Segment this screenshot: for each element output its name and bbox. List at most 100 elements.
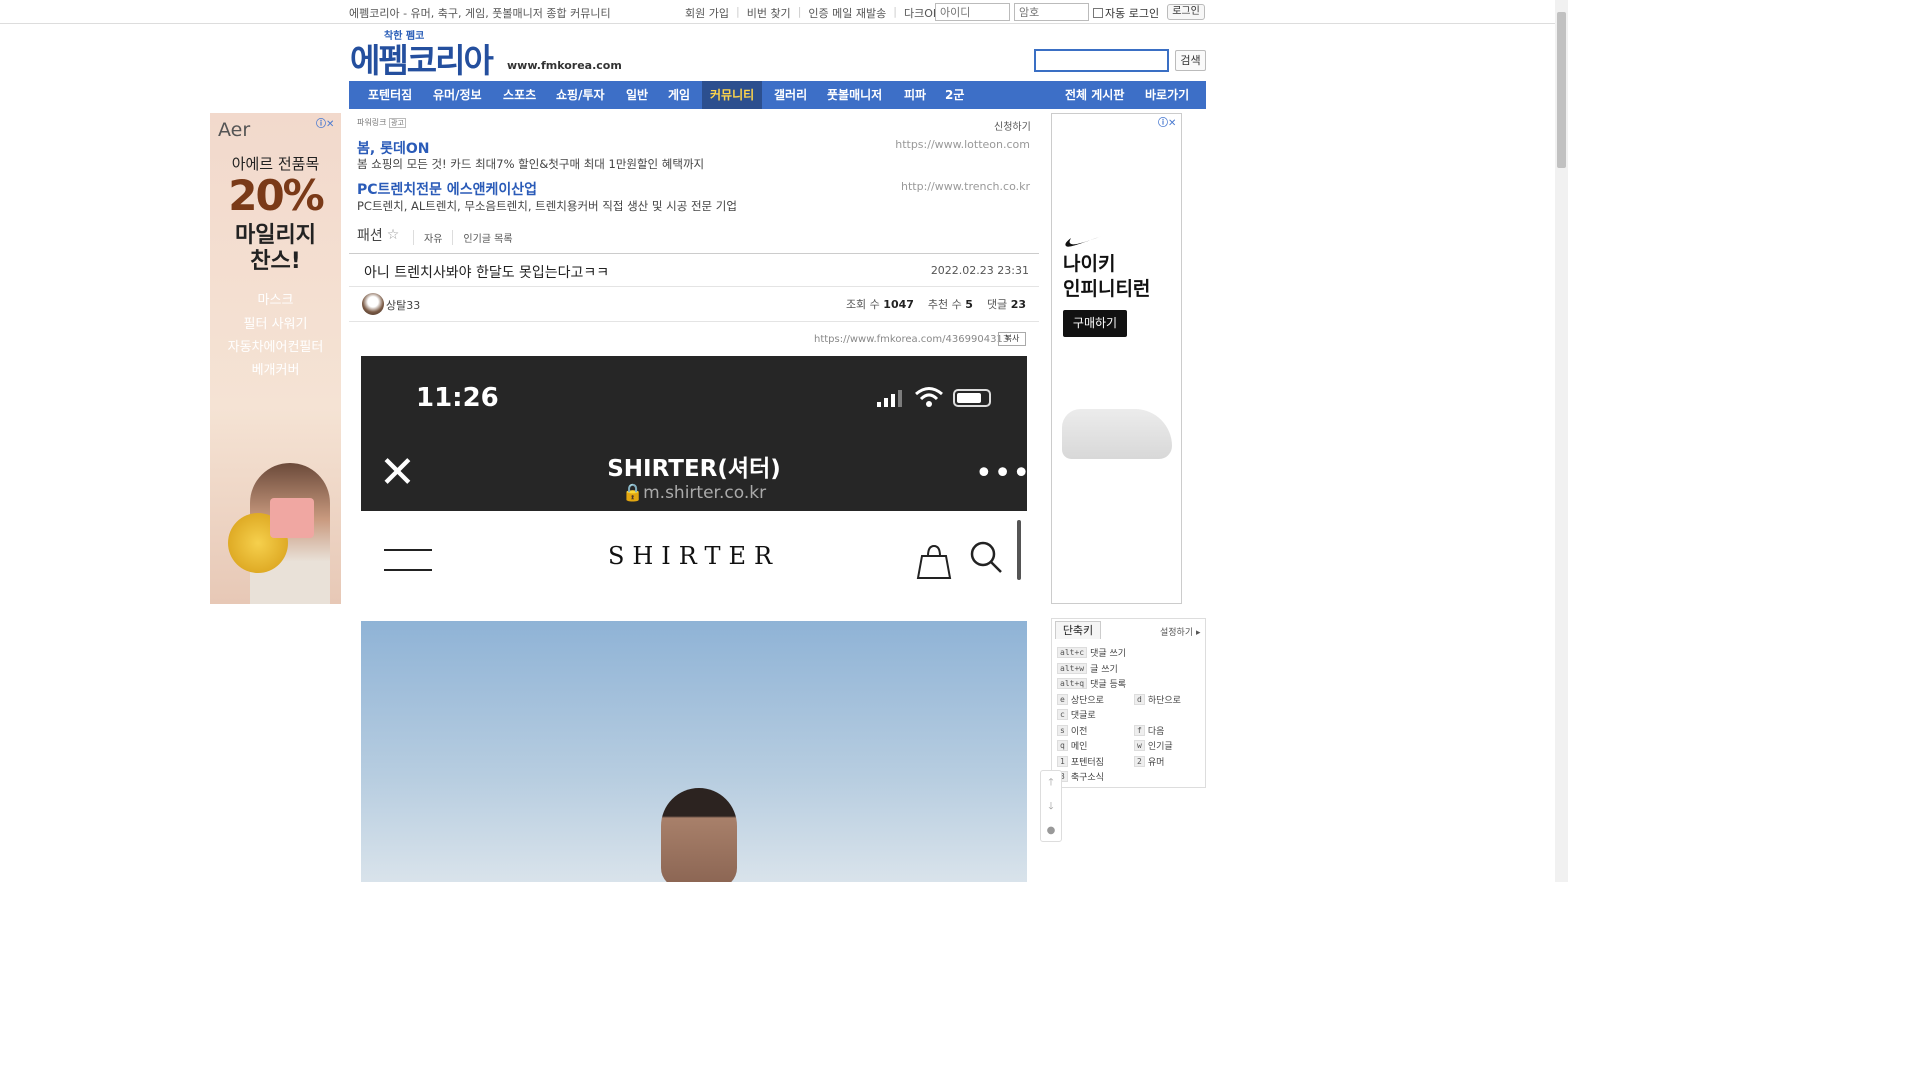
shortcut-item: alt+w 글 쓰기 xyxy=(1057,662,1118,675)
ad-brand: Aer xyxy=(218,119,251,141)
model-photo xyxy=(661,788,737,882)
nav-item-shopping[interactable]: 쇼핑/투자 xyxy=(556,81,605,109)
nav-shortcut[interactable]: 바로가기 xyxy=(1145,81,1189,109)
ad-link-url[interactable]: http://www.trench.co.kr xyxy=(880,180,1030,193)
left-banner-ad[interactable]: Aer ⓘ✕ 아에르 전품목 20% 마일리지 찬스! 마스크 필터 사워기 자동… xyxy=(210,113,341,604)
shortcut-item: w 인기글 xyxy=(1134,739,1173,752)
shortcut-item: e 상단으로 xyxy=(1057,693,1104,706)
nav-item-fifa[interactable]: 피파 xyxy=(904,81,926,109)
shortcut-item: 3 축구소식 xyxy=(1057,770,1104,783)
star-icon[interactable]: ☆ xyxy=(387,227,400,243)
board-link-popular[interactable]: 인기글 목록 xyxy=(452,230,522,245)
ad-item: 베개커버 xyxy=(251,363,300,378)
nav-item-game[interactable]: 게임 xyxy=(668,81,690,109)
comment-count: 23 xyxy=(1010,298,1026,311)
scroll-bottom-icon[interactable]: 🡓 xyxy=(1041,795,1061,819)
signup-link[interactable]: 회원 가입 xyxy=(685,5,729,21)
signal-icon xyxy=(877,390,902,407)
nav-item-gallery[interactable]: 갤러리 xyxy=(774,81,807,109)
ad-line2: 마일리지 찬스! xyxy=(235,223,316,274)
board-links: 자유 인기글 목록 xyxy=(413,230,523,245)
password-input[interactable] xyxy=(1014,3,1089,21)
ad-link-url[interactable]: https://www.lotteon.com xyxy=(880,138,1030,151)
id-input[interactable] xyxy=(935,3,1010,21)
find-password-link[interactable]: 비번 찾기 xyxy=(747,5,791,21)
gift-image xyxy=(270,498,314,538)
phone-time: 11:26 xyxy=(416,383,499,413)
shortcut-item: 2 유머 xyxy=(1134,755,1164,768)
ad-info-icon[interactable]: ⓘ✕ xyxy=(1158,114,1176,129)
avatar[interactable] xyxy=(362,293,384,315)
ad-item: 마스크 xyxy=(257,293,294,308)
search-input[interactable] xyxy=(1034,49,1169,72)
site-logo[interactable]: 에펨코리아 xyxy=(350,34,494,82)
shortcut-tab[interactable]: 단축키 xyxy=(1055,621,1101,639)
shortcut-item: s 이전 xyxy=(1057,724,1087,737)
powerlink-apply-link[interactable]: 신청하기 xyxy=(994,118,1031,133)
nav-all-boards[interactable]: 전체 게시판 xyxy=(1065,81,1124,109)
auto-login[interactable]: 자동 로그인 xyxy=(1093,5,1159,21)
nav-item-general[interactable]: 일반 xyxy=(626,81,648,109)
post-title: 아니 트렌치사봐야 한달도 못입는다고ㅋㅋ xyxy=(364,265,610,281)
ad-link-desc: PC트렌치, AL트렌치, 무소음트렌치, 트렌치용커버 직접 생산 및 시공 … xyxy=(357,199,737,213)
post-url[interactable]: https://www.fmkorea.com/4369904313 xyxy=(814,334,1009,345)
site-slogan: 에펨코리아 - 유머, 축구, 게임, 풋볼매니저 종합 커뮤니티 xyxy=(349,7,611,20)
ad-info-icon[interactable]: ⓘ✕ xyxy=(316,115,334,130)
ad-item: 필터 사워기 xyxy=(243,317,308,332)
ad-link-title[interactable]: 봄, 롯데ON xyxy=(357,138,429,158)
board-link-free[interactable]: 자유 xyxy=(413,230,452,245)
resend-email-link[interactable]: 인증 메일 재발송 xyxy=(808,5,886,21)
ad-item: 자동차에어컨필터 xyxy=(227,340,324,355)
search-button[interactable]: 검색 xyxy=(1175,50,1206,71)
copy-url-button[interactable]: 복사 xyxy=(998,332,1026,346)
search-icon xyxy=(970,541,1002,573)
auto-login-label: 자동 로그인 xyxy=(1105,7,1160,20)
comment-icon[interactable]: ● xyxy=(1041,819,1061,843)
site-domain: www.fmkorea.com xyxy=(507,59,622,72)
shoe-image xyxy=(1062,409,1172,459)
phone-scrollbar xyxy=(1017,520,1021,580)
nav-item-community[interactable]: 커뮤니티 xyxy=(702,81,763,109)
post-author[interactable]: 상탈33 xyxy=(386,297,420,313)
shortcut-item: q 메인 xyxy=(1057,739,1087,752)
vote-count: 5 xyxy=(965,298,973,311)
battery-icon xyxy=(953,389,991,407)
shortcut-item: c 댓글로 xyxy=(1057,708,1096,721)
ad-discount: 20% xyxy=(228,171,325,220)
post-date: 2022.02.23 23:31 xyxy=(930,264,1029,277)
post-header: 아니 트렌치사봐야 한달도 못입는다고ㅋㅋ 2022.02.23 23:31 xyxy=(349,253,1039,287)
nav-item-2gun[interactable]: 2군 xyxy=(945,81,964,109)
scroll-top-icon[interactable]: 🡑 xyxy=(1041,771,1061,795)
shortcut-item: f 다음 xyxy=(1134,724,1164,737)
wifi-icon xyxy=(915,387,943,407)
login-button[interactable]: 로그인 xyxy=(1167,4,1205,20)
nav-item-humor[interactable]: 유머/정보 xyxy=(433,81,482,109)
view-count: 1047 xyxy=(883,298,914,311)
nav-item-fm[interactable]: 풋볼매니저 xyxy=(827,81,882,109)
powerlink-label: 파워링크 광고 xyxy=(357,118,406,128)
floating-buttons: 🡑 🡓 ● xyxy=(1040,770,1062,842)
nav-item-sports[interactable]: 스포츠 xyxy=(503,81,536,109)
shortcut-settings-link[interactable]: 설정하기 ▸ xyxy=(1160,625,1201,638)
ad-buy-button[interactable]: 구매하기 xyxy=(1063,310,1127,337)
shopping-bag-icon xyxy=(916,544,952,579)
main-nav: 포텐터짐 유머/정보 스포츠 쇼핑/투자 일반 게임 커뮤니티 갤러리 풋볼매니… xyxy=(349,81,1206,109)
right-banner-ad[interactable]: ⓘ✕ 나이키 인피니티런 구매하기 xyxy=(1051,113,1182,604)
nav-item-poten[interactable]: 포텐터짐 xyxy=(368,81,412,109)
scrollbar-thumb[interactable] xyxy=(1557,12,1566,168)
nike-swoosh-icon xyxy=(1065,236,1102,247)
shortcut-panel: 단축키 설정하기 ▸ alt+c 댓글 쓰기 alt+w 글 쓰기 alt+q 댓글 … xyxy=(1051,618,1206,788)
auto-login-checkbox[interactable] xyxy=(1093,8,1103,18)
ad-link-desc: 봄 쇼핑의 모든 것! 카드 최대7% 할인&첫구매 최대 1만원할인 혜택까지 xyxy=(357,157,705,171)
shortcut-item: 1 포텐터짐 xyxy=(1057,755,1104,768)
more-icon: ••• xyxy=(975,456,1027,491)
board-name[interactable]: 패션 ☆ xyxy=(357,225,399,245)
shortcut-item: alt+q 댓글 등록 xyxy=(1057,677,1126,690)
phone-site-name: SHIRTER(셔터) xyxy=(607,456,781,482)
page-scrollbar[interactable] xyxy=(1555,0,1568,882)
phone-site-url: 🔒m.shirter.co.kr xyxy=(621,483,767,503)
shortcut-item: alt+c 댓글 쓰기 xyxy=(1057,646,1126,659)
ad-link-title[interactable]: PC트렌치전문 에스앤케이산업 xyxy=(357,179,537,199)
post-meta: 상탈33 조회 수 1047 추천 수 5 댓글 23 xyxy=(349,288,1039,322)
shortcut-item: d 하단으로 xyxy=(1134,693,1181,706)
